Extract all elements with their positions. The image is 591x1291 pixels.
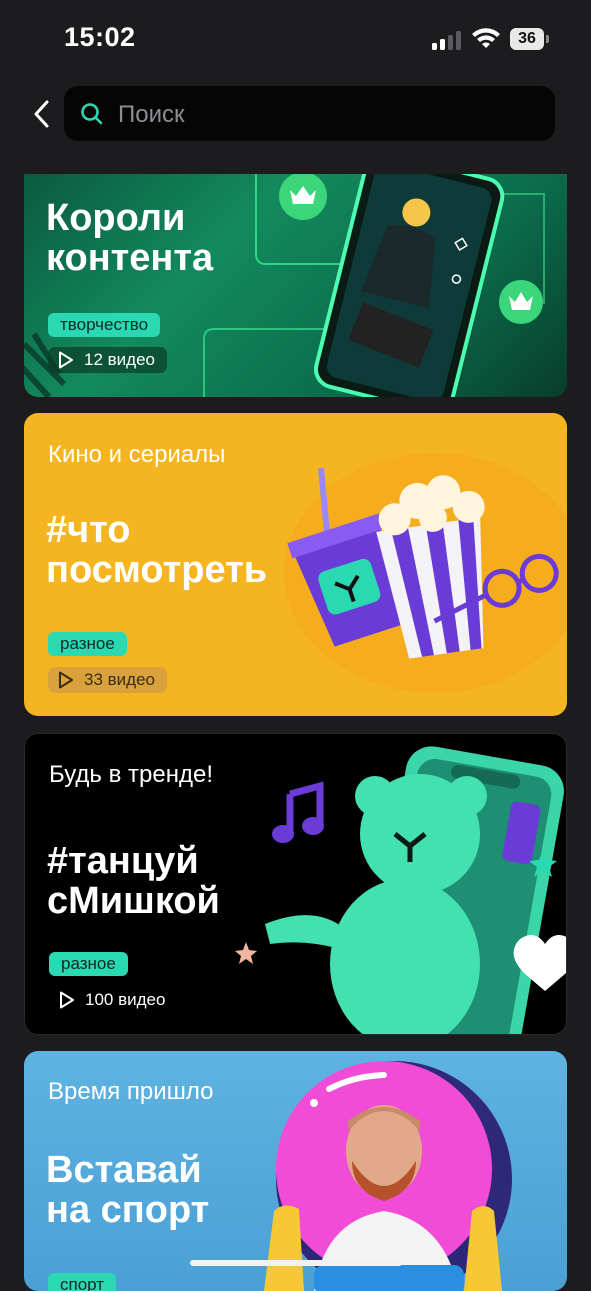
status-bar: 15:02 36 (0, 0, 591, 80)
battery-level: 36 (510, 28, 544, 50)
search-bar[interactable] (64, 86, 555, 143)
search-icon (81, 103, 103, 125)
title-line-2: на спорт (46, 1189, 210, 1231)
category-tag: спорт (48, 1273, 117, 1291)
video-count-label: 12 видео (84, 350, 155, 369)
category-tag: разное (48, 632, 127, 656)
battery-icon: 36 (510, 28, 550, 50)
title-line-1: #танцуй (47, 840, 199, 882)
card-kicker: Время пришло (48, 1078, 214, 1105)
challenge-card-content-kings[interactable]: Короли контента творчество 12 видео (24, 174, 567, 397)
wifi-icon (472, 28, 500, 48)
card-kicker: Кино и сериалы (48, 441, 226, 468)
status-time: 15:02 (64, 22, 136, 52)
video-count-label: 33 видео (84, 670, 155, 689)
card-title: #танцуй сМишкой (47, 841, 220, 921)
title-line-2: посмотреть (46, 549, 268, 591)
signal-icon (432, 31, 461, 50)
search-input[interactable] (116, 86, 540, 143)
chevron-left-icon[interactable] (28, 98, 56, 130)
card-kicker: Будь в тренде! (49, 761, 213, 788)
title-line-1: #что (46, 509, 131, 551)
title-line-1: Короли (46, 197, 186, 239)
title-line-2: сМишкой (47, 880, 220, 922)
play-icon (59, 671, 73, 689)
title-line-2: контента (46, 237, 214, 279)
video-count: 100 видео (49, 987, 177, 1013)
challenge-card-what-to-watch[interactable]: Кино и сериалы #что посмотреть разное 33… (24, 413, 567, 716)
challenge-card-sport[interactable]: Время пришло Вставай на спорт спорт (24, 1051, 567, 1291)
card-title: Короли контента (46, 198, 213, 278)
play-icon (59, 351, 73, 369)
play-icon (60, 991, 74, 1009)
video-count-label: 100 видео (85, 990, 166, 1009)
home-indicator[interactable] (190, 1260, 402, 1266)
category-tag: творчество (48, 313, 161, 337)
card-title: #что посмотреть (46, 510, 267, 590)
card-title: Вставай на спорт (46, 1150, 209, 1230)
title-line-1: Вставай (46, 1149, 202, 1191)
category-tag: разное (49, 952, 128, 976)
video-count: 12 видео (48, 347, 167, 373)
video-count: 33 видео (48, 667, 167, 693)
challenge-card-dance-bear[interactable]: Будь в тренде! #танцуй сМишкой разное 10… (24, 733, 567, 1035)
